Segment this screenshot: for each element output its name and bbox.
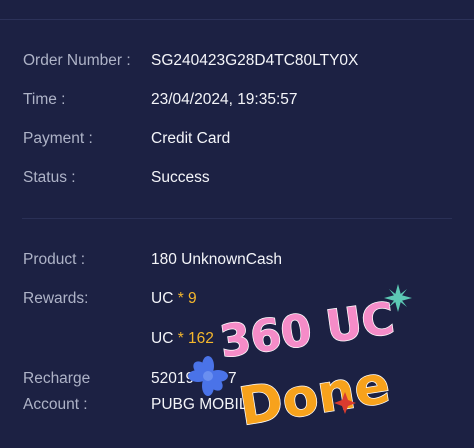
reward-item: UC * 162 [151,330,214,348]
time-value: 23/04/2024, 19:35:57 [151,91,298,108]
status-value: Success [151,169,210,186]
product-value: 180 UnknownCash [151,251,282,268]
order-number-value: SG240423G28D4TC80LTY0X [151,52,359,69]
recharge-account-label-line1: Recharge [23,370,91,387]
product-label: Product : [23,251,86,268]
payment-label: Payment : [23,130,93,147]
rewards-label: Rewards: [23,290,89,307]
status-label: Status : [23,169,76,186]
section-divider [22,218,452,219]
reward-item: UC * 9 [151,290,197,308]
top-divider [0,19,474,20]
reward-name: UC [151,290,174,307]
reward-multiplier: * 9 [177,290,197,307]
recharge-account-label-line2: Account : [23,396,88,413]
reward-multiplier: * 162 [177,330,214,347]
recharge-account-id-tail: 7 [228,370,237,387]
payment-value: Credit Card [151,130,231,147]
teal-sparkle-icon [384,284,412,312]
recharge-account-game: PUBG MOBIL [151,396,248,413]
recharge-account-id: 52019 [151,370,195,387]
red-star-icon [334,392,356,414]
reward-name: UC [151,330,174,347]
sticker-done-text: Done [235,355,394,438]
order-number-label: Order Number : [23,52,131,69]
sticker-360-uc-text: 360 UC [217,293,398,368]
time-label: Time : [23,91,66,108]
